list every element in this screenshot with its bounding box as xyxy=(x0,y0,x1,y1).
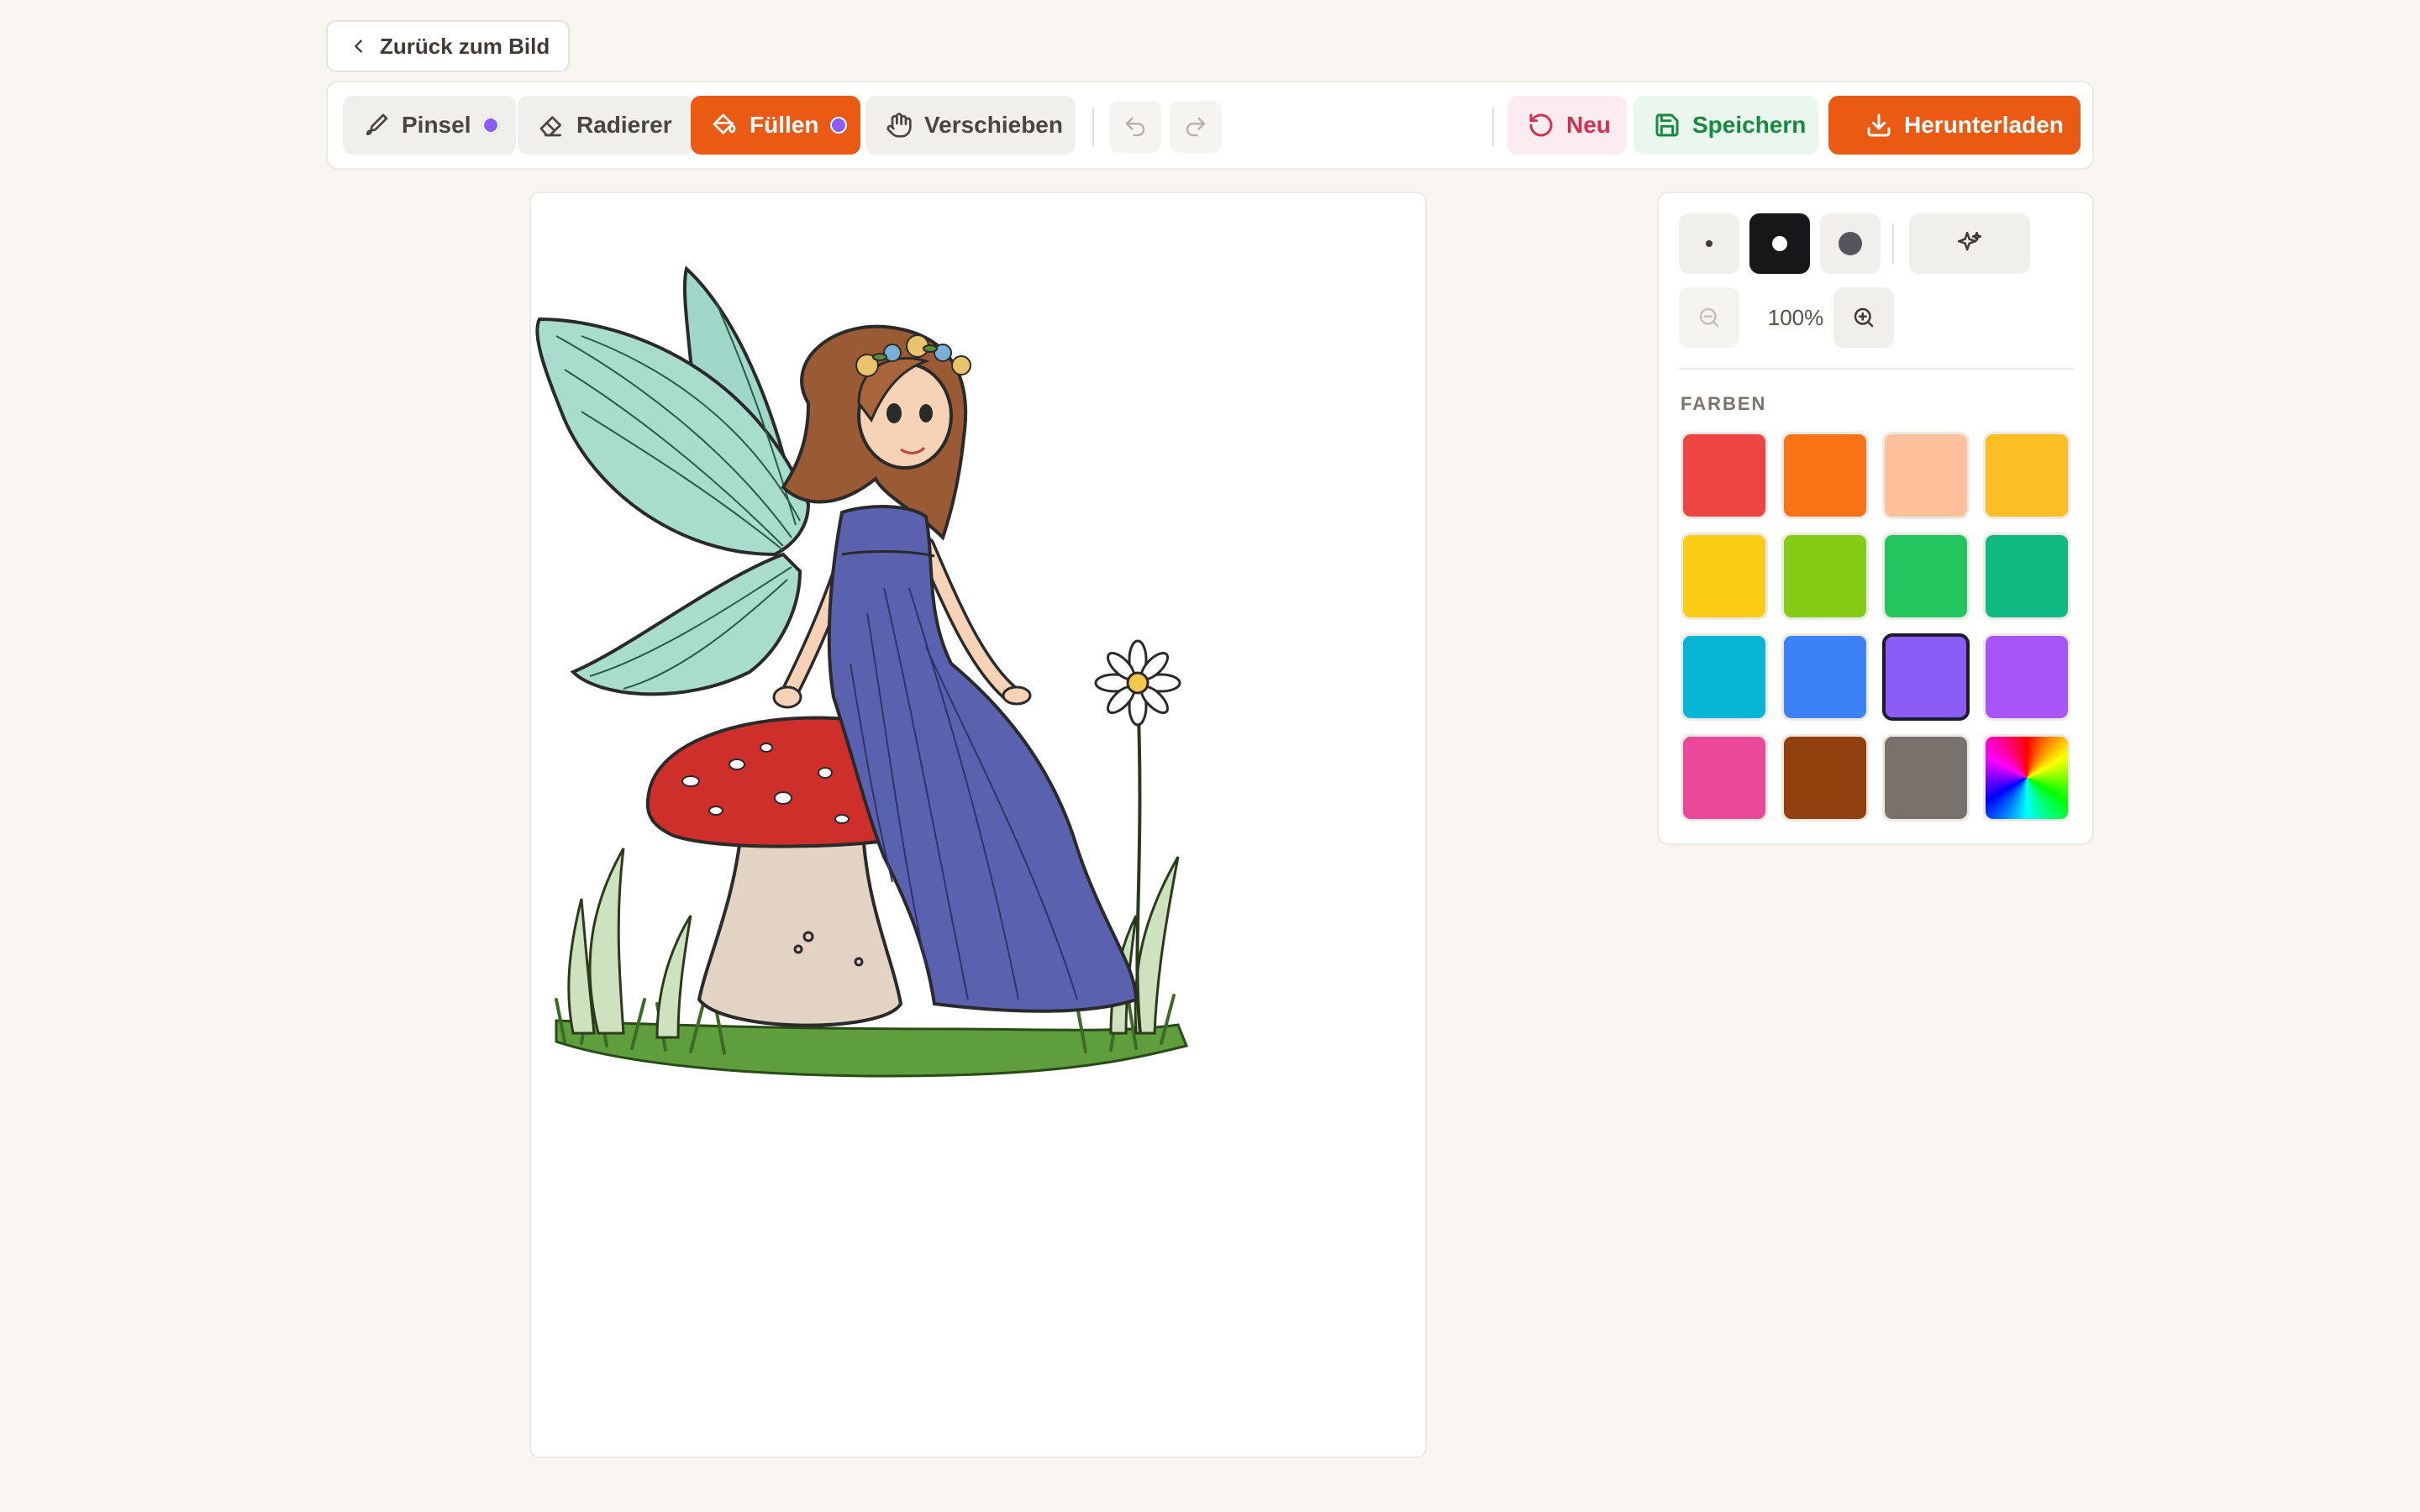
redo-button[interactable] xyxy=(1170,101,1222,153)
color-swatch[interactable] xyxy=(1781,633,1869,721)
undo-button[interactable] xyxy=(1109,101,1161,153)
fill-color-dot xyxy=(830,117,848,134)
eraser-tool-label: Radierer xyxy=(576,112,672,138)
color-swatch[interactable] xyxy=(1681,734,1768,822)
save-button[interactable]: Speichern xyxy=(1634,96,1818,155)
download-icon xyxy=(1867,113,1891,137)
new-button-label: Neu xyxy=(1566,112,1611,138)
eraser-icon xyxy=(539,116,561,137)
fairy-illustration xyxy=(535,265,1189,1078)
fill-tool-button[interactable]: Füllen xyxy=(691,96,860,155)
toolbar-divider xyxy=(1092,108,1094,146)
reset-icon xyxy=(1529,113,1553,137)
brush-size-medium[interactable] xyxy=(1749,213,1810,274)
panel-divider xyxy=(1892,223,1894,264)
brush-size-small[interactable] xyxy=(1679,213,1739,274)
back-button-label: Zurück zum Bild xyxy=(380,33,550,59)
zoom-in-icon xyxy=(1854,307,1874,328)
color-swatch[interactable] xyxy=(1882,734,1970,822)
paint-bucket-icon xyxy=(713,113,736,134)
zoom-out-icon xyxy=(1699,307,1719,328)
back-to-image-button[interactable]: Zurück zum Bild xyxy=(326,20,570,72)
fill-tool-label: Füllen xyxy=(750,112,819,138)
color-swatch[interactable] xyxy=(1882,633,1970,721)
brush-tool-button[interactable]: Pinsel xyxy=(343,96,516,155)
color-swatch[interactable] xyxy=(1681,633,1768,721)
tool-options-panel: 100% FARBEN xyxy=(1657,192,2094,845)
color-swatch[interactable] xyxy=(1681,432,1768,519)
color-swatch[interactable] xyxy=(1781,734,1869,822)
color-swatch[interactable] xyxy=(1681,533,1768,620)
large-dot-icon xyxy=(1839,232,1862,255)
zoom-out-button[interactable] xyxy=(1679,287,1739,348)
color-swatch[interactable] xyxy=(1781,533,1869,620)
download-button-label: Herunterladen xyxy=(1904,112,2064,138)
magic-fill-button[interactable] xyxy=(1909,213,2030,274)
chevron-left-icon xyxy=(355,39,362,53)
download-button[interactable]: Herunterladen xyxy=(1828,96,2081,155)
move-tool-label: Verschieben xyxy=(924,112,1063,138)
new-button[interactable]: Neu xyxy=(1507,96,1627,155)
color-swatch[interactable] xyxy=(1781,432,1869,519)
zoom-level: 100% xyxy=(1767,305,1824,330)
drawing-canvas[interactable] xyxy=(529,192,1427,1458)
undo-icon xyxy=(1125,117,1145,137)
sparkles-icon xyxy=(1957,231,1982,251)
save-icon xyxy=(1655,113,1679,137)
brush-color-dot xyxy=(482,117,500,134)
brush-icon xyxy=(366,113,388,135)
medium-dot-icon xyxy=(1772,236,1787,251)
color-swatch[interactable] xyxy=(1983,533,2070,620)
move-tool-button[interactable]: Verschieben xyxy=(865,96,1076,155)
toolbar-divider xyxy=(1492,108,1494,146)
hand-icon xyxy=(886,113,912,138)
color-swatch[interactable] xyxy=(1882,533,1970,620)
small-dot-icon xyxy=(1706,240,1712,247)
panel-divider xyxy=(1679,368,2074,370)
color-swatch[interactable] xyxy=(1882,432,1970,519)
colors-heading: FARBEN xyxy=(1681,393,1767,414)
toolbar: Pinsel Radierer Füllen Verschieben Neu S… xyxy=(326,81,2094,170)
brush-size-large[interactable] xyxy=(1820,213,1881,274)
eraser-tool-button[interactable]: Radierer xyxy=(518,96,694,155)
color-swatch[interactable] xyxy=(1983,432,2070,519)
color-swatch[interactable] xyxy=(1983,633,2070,721)
redo-icon xyxy=(1186,117,1206,137)
zoom-in-button[interactable] xyxy=(1833,287,1894,348)
save-button-label: Speichern xyxy=(1692,112,1807,138)
brush-tool-label: Pinsel xyxy=(402,112,471,138)
custom-color-swatch[interactable] xyxy=(1983,734,2070,822)
